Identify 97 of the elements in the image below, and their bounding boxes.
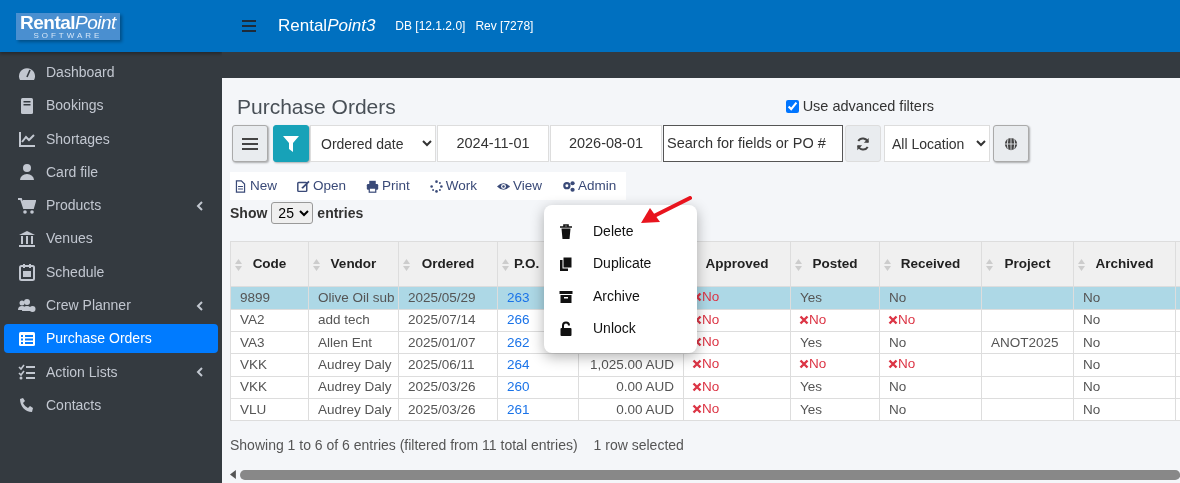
toolbar-button[interactable]: Open (287, 172, 357, 201)
pointer-arrow (638, 196, 692, 226)
printer-icon (366, 179, 380, 193)
toolbar-button[interactable]: Work (419, 172, 488, 201)
toolbar-button[interactable]: New (230, 172, 287, 201)
bank-icon (18, 230, 36, 248)
sidebar-item[interactable]: Products (4, 191, 218, 221)
users-gear-icon (18, 296, 36, 315)
scrollbar[interactable] (239, 469, 1180, 480)
menu-item[interactable]: Delete (544, 215, 697, 248)
cross-icon (692, 359, 702, 370)
sidebar-item[interactable]: Crew Planner (4, 291, 218, 321)
phone-icon (18, 396, 36, 415)
cross-icon (799, 314, 809, 325)
db-version: DB [12.1.2.0] (395, 18, 466, 35)
status-text: No (702, 332, 720, 351)
cross-icon (888, 314, 898, 325)
entries-label: entries (317, 203, 364, 223)
location-select[interactable]: All Location (884, 125, 990, 163)
status-text: No (809, 310, 827, 329)
filter-icon (283, 135, 299, 152)
table-info: Showing 1 to 6 of 6 entries (filtered from 11 total entries) (230, 436, 578, 456)
search-field[interactable]: Search for fields or PO # (663, 125, 843, 163)
status-text: No (702, 355, 720, 374)
globe-button[interactable] (993, 125, 1029, 163)
sidebar-item[interactable]: Contacts (4, 390, 218, 420)
cross-icon (799, 359, 809, 370)
toolbar-button[interactable]: Admin (552, 172, 627, 201)
toolbar-button[interactable]: Print (356, 172, 420, 201)
column-header[interactable]: Code (252, 256, 287, 272)
unlock-icon (559, 321, 573, 337)
sidebar-item[interactable]: Bookings (4, 91, 218, 121)
column-header[interactable]: Vendor (330, 256, 377, 272)
status-text: No (702, 377, 720, 396)
archive-icon (559, 288, 573, 304)
book-icon (18, 96, 36, 115)
toolbar-button[interactable]: View (487, 172, 553, 201)
document-icon (234, 179, 247, 193)
date-from-field[interactable]: 2024-11-01 (437, 125, 549, 163)
table-cell: VKK (230, 353, 309, 377)
sidebar-item[interactable]: Card file (4, 157, 218, 187)
sidebar-item[interactable]: Schedule (4, 257, 218, 287)
table-cell: VLU (230, 398, 309, 421)
sidebar-item[interactable]: Dashboard (4, 58, 218, 87)
date-field-select[interactable]: Ordered date (310, 125, 436, 163)
menu-item[interactable]: Duplicate (544, 247, 697, 280)
page-length-select[interactable]: 25 (271, 202, 314, 225)
cross-icon (692, 381, 702, 392)
revision: Rev [7278] (475, 18, 534, 35)
status-text: No (702, 310, 720, 329)
sidebar-item[interactable]: Shortages (4, 124, 218, 154)
column-header[interactable]: Ordered (421, 256, 475, 272)
checkbox-label: Use advanced filters (802, 96, 934, 116)
line-chart-icon (18, 130, 36, 149)
logo: RentalPoint SOFTWARE (16, 12, 120, 40)
status-text: No (702, 288, 720, 307)
calendar-icon (18, 263, 36, 282)
hamburger-icon (242, 136, 258, 151)
column-header[interactable]: Posted (812, 256, 858, 272)
checklist-icon (18, 363, 36, 382)
column-header[interactable]: P.O. (514, 256, 540, 272)
sidebar-item[interactable]: Purchase Orders (4, 324, 218, 354)
menu-button[interactable] (232, 125, 268, 163)
app-name: RentalPoint3 (278, 15, 376, 38)
menu-icon[interactable] (242, 20, 256, 32)
globe-icon (1004, 136, 1018, 151)
column-header[interactable]: Project (1004, 256, 1051, 272)
page-title: Purchase Orders (237, 94, 396, 120)
cart-icon (18, 196, 36, 215)
list-icon (18, 329, 36, 348)
show-label: Show (230, 203, 268, 223)
refresh-button[interactable] (845, 125, 881, 163)
column-header[interactable]: Archived (1095, 256, 1154, 272)
status-text: No (898, 355, 916, 374)
edit-icon (297, 179, 310, 193)
cross-icon (692, 404, 702, 415)
copy-icon (559, 256, 573, 272)
table-cell: 9899 (230, 286, 309, 310)
date-to-field[interactable]: 2026-08-01 (550, 125, 662, 163)
selection-info: 1 row selected (593, 436, 684, 456)
sidebar-item[interactable]: Venues (4, 224, 218, 254)
filter-button[interactable] (273, 125, 309, 163)
table-cell: VA2 (230, 309, 309, 332)
status-text: No (898, 310, 916, 329)
advanced-filters-checkbox[interactable] (786, 100, 800, 114)
scroll-left-icon[interactable] (230, 470, 236, 480)
status-text: No (809, 355, 827, 374)
table-cell: VKK (230, 376, 309, 399)
gears-icon (562, 179, 576, 193)
sidebar-item[interactable]: Action Lists (4, 357, 218, 387)
refresh-icon (856, 136, 870, 151)
cross-icon (888, 359, 898, 370)
trash-icon (559, 223, 573, 239)
spinner-icon (429, 179, 443, 193)
user-icon (18, 163, 36, 182)
table-cell: VA3 (230, 331, 309, 354)
status-text: No (702, 400, 720, 419)
